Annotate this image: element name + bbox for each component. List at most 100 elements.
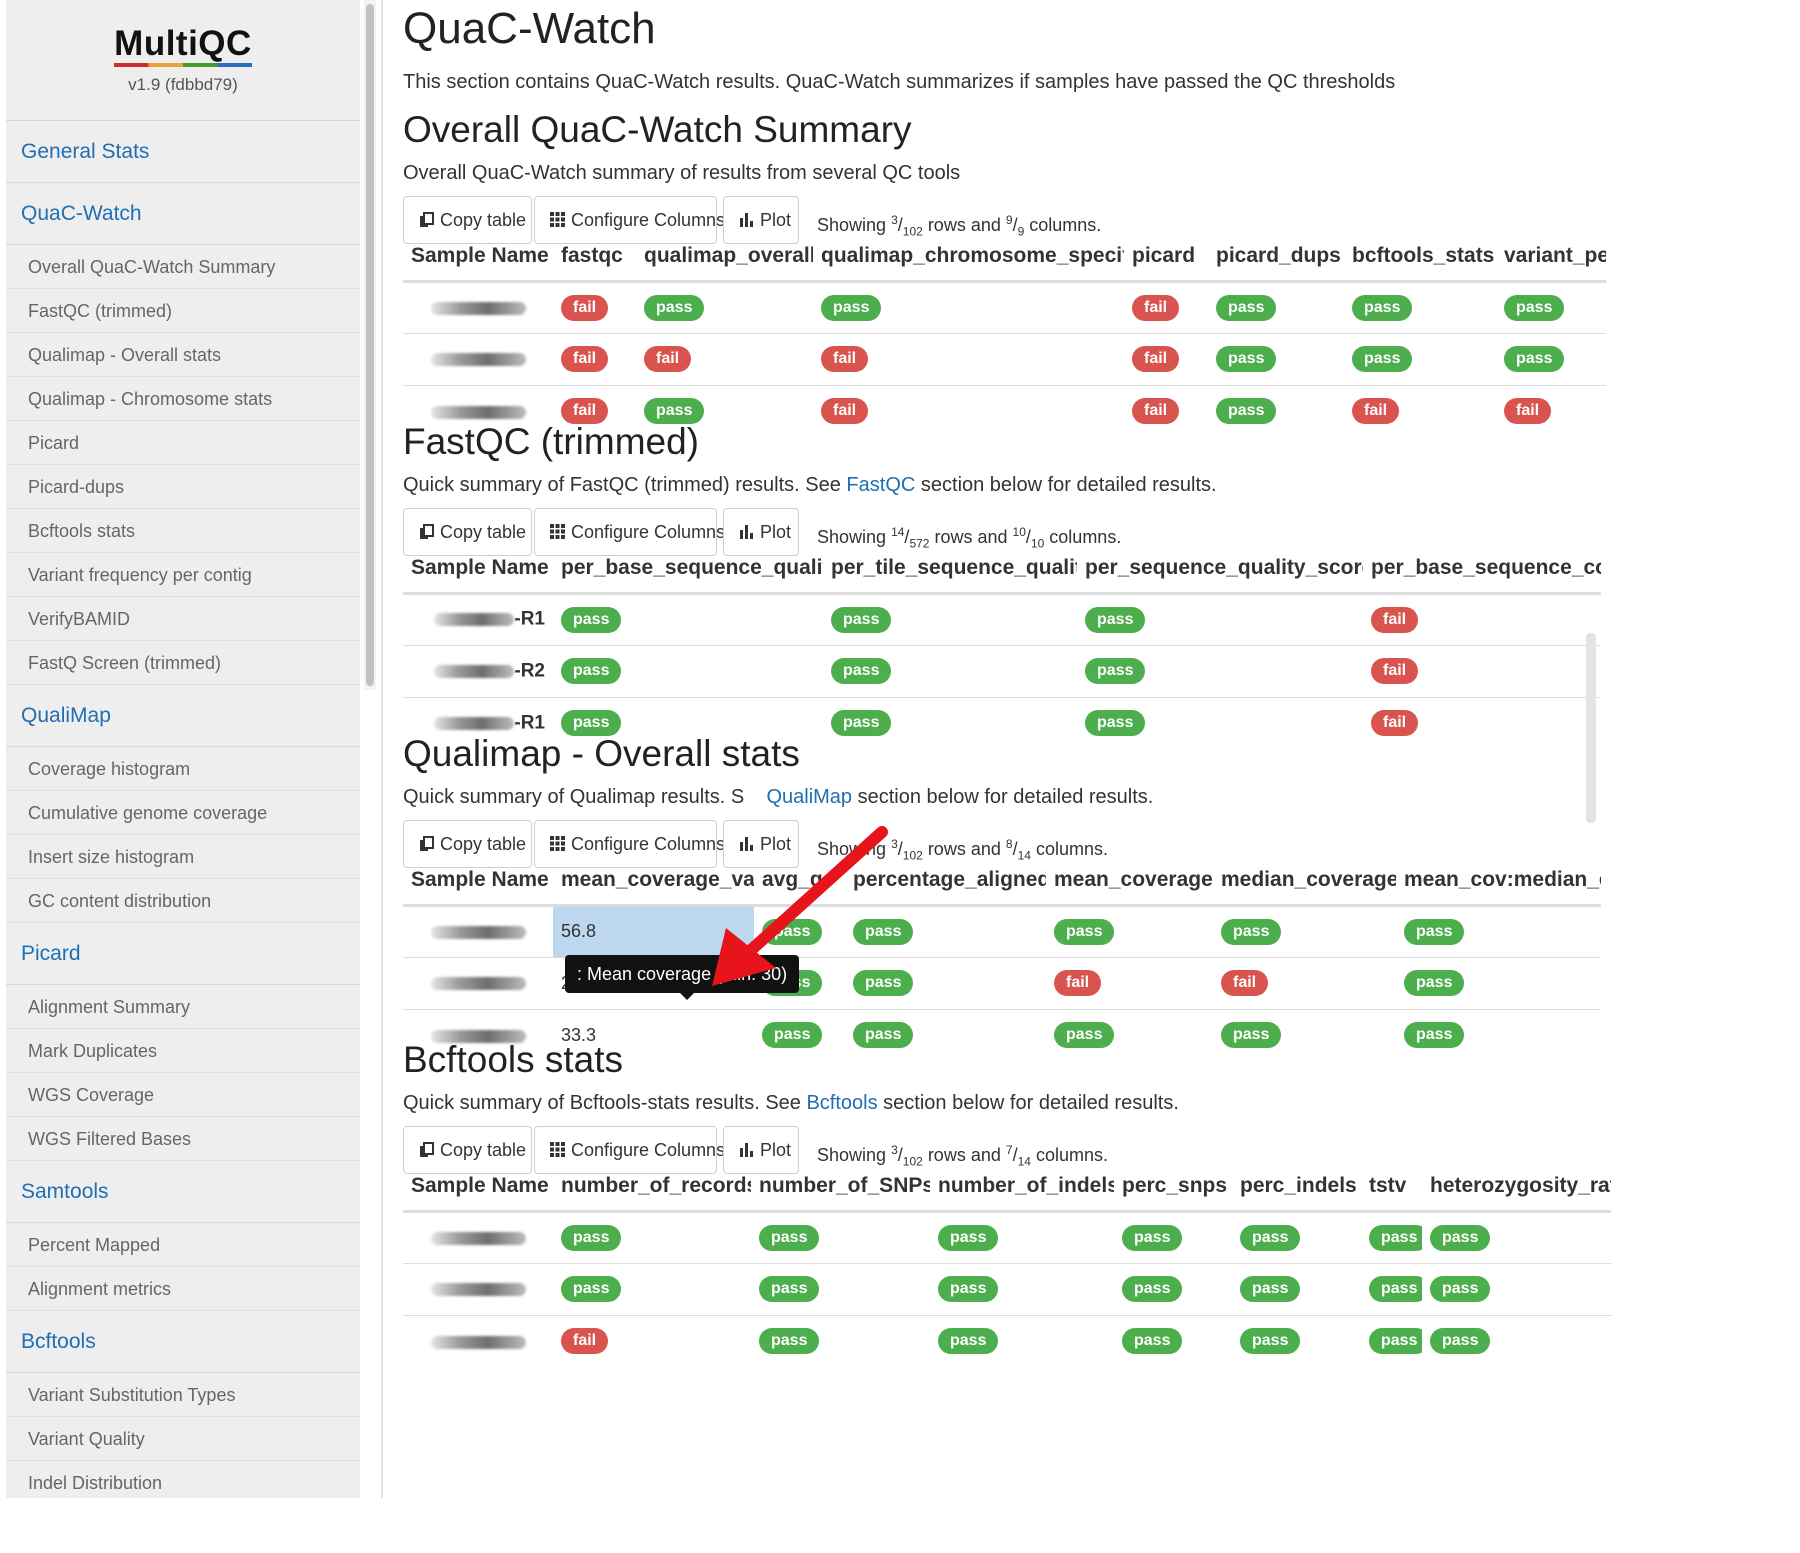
column-header-mean-cov-median-cov[interactable]: mean_cov:median_cov [1396,857,1601,907]
table-row: -R2 pass pass pass fail [403,645,1601,698]
status-badge-pass: pass [762,1022,823,1049]
status-badge-fail: fail [821,346,869,372]
column-header-picard-dups[interactable]: picard_dups [1208,233,1344,283]
sidebar-item-bcftools[interactable]: Bcftools [6,1311,360,1373]
status-cell: pass [1077,645,1363,698]
showing-prefix: Showing [817,1145,887,1165]
sidebar-scrollbar[interactable] [364,0,376,690]
sidebar-item-wgs-filtered-bases[interactable]: WGS Filtered Bases [6,1117,360,1161]
desc-text: section below for detailed results. [877,1092,1179,1114]
status-cell: pass [930,1211,1114,1264]
sidebar-item-qualimap-chromosome-stats[interactable]: Qualimap - Chromosome stats [6,377,360,421]
status-badge-pass: pass [644,294,705,321]
sidebar-item-quac-watch[interactable]: QuaC-Watch [6,183,360,245]
column-header-per-base-sequence-cont[interactable]: per_base_sequence_cont [1363,545,1601,595]
column-header-per-tile-sequence-quality[interactable]: per_tile_sequence_quality [823,545,1077,595]
redacted-sample-name [434,613,515,627]
status-badge-fail: fail [1054,970,1102,996]
sidebar-item-fastqc-trimmed-[interactable]: FastQC (trimmed) [6,289,360,333]
redacted-sample-name [430,925,526,939]
status-badge-pass: pass [1054,1022,1115,1049]
column-header-sample-name[interactable]: Sample Name [403,545,553,595]
table-row: -R1 pass pass pass fail [403,593,1601,646]
status-cell: pass [823,645,1077,698]
column-header-qualimap-chromosome-specific[interactable]: qualimap_chromosome_specific [813,233,1124,283]
sidebar-item-picard-dups[interactable]: Picard-dups [6,465,360,509]
version-label: v1.9 (fdbbd79) [128,75,238,94]
sidebar-item-wgs-coverage[interactable]: WGS Coverage [6,1073,360,1117]
sidebar-item-samtools[interactable]: Samtools [6,1161,360,1223]
column-header-tstv[interactable]: tstv [1361,1163,1422,1213]
sidebar-item-coverage-histogram[interactable]: Coverage histogram [6,747,360,791]
column-header-qualimap-overall[interactable]: qualimap_overall [636,233,813,283]
column-header-per-sequence-quality-scores[interactable]: per_sequence_quality_scores [1077,545,1363,595]
column-header-sample-name[interactable]: Sample Name [403,1163,553,1213]
status-badge-pass: pass [821,294,882,321]
sidebar-item-variant-quality[interactable]: Variant Quality [6,1417,360,1461]
column-header-heterozygosity-ratio[interactable]: heterozygosity_ratio [1422,1163,1611,1213]
column-header-sample-name[interactable]: Sample Name [403,857,553,907]
status-badge-pass: pass [938,1224,999,1251]
sidebar-item-qualimap-overall-stats[interactable]: Qualimap - Overall stats [6,333,360,377]
sidebar-scrollbar-thumb[interactable] [366,4,374,686]
sample-name-cell [403,957,553,1010]
status-badge-fail: fail [1371,606,1419,633]
column-header-mean-coverage[interactable]: mean_coverage [1046,857,1213,907]
status-badge-pass: pass [561,1276,622,1302]
status-cell: pass [1077,697,1363,749]
sidebar-item-variant-substitution-types[interactable]: Variant Substitution Types [6,1373,360,1417]
sidebar-item-percent-mapped[interactable]: Percent Mapped [6,1223,360,1267]
sidebar-item-picard[interactable]: Picard [6,421,360,465]
column-header-per-base-sequence-quality[interactable]: per_base_sequence_quality [553,545,823,595]
fastqc-link[interactable]: FastQC [846,474,915,496]
sidebar-item-mark-duplicates[interactable]: Mark Duplicates [6,1029,360,1073]
column-header-sample-name[interactable]: Sample Name [403,233,553,283]
sidebar-item-general-stats[interactable]: General Stats [6,121,360,183]
column-header-variant-per-c[interactable]: variant_per_c [1496,233,1606,283]
section-desc-qualimap: Quick summary of Qualimap results. S Qua… [403,786,1153,809]
status-cell: pass [1396,1009,1601,1061]
rows-word: rows and [927,1145,1001,1165]
column-header-fastqc[interactable]: fastqc [553,233,636,283]
column-header-median-coverage[interactable]: median_coverage [1213,857,1396,907]
status-cell: pass [823,593,1077,646]
sidebar-item-indel-distribution[interactable]: Indel Distribution [6,1461,360,1498]
sidebar-item-bcftools-stats[interactable]: Bcftools stats [6,509,360,553]
fastqc-table-scrollbar[interactable] [1586,633,1596,823]
sidebar-item-insert-size-histogram[interactable]: Insert size histogram [6,835,360,879]
column-header-perc-snps[interactable]: perc_snps [1114,1163,1232,1213]
status-badge-pass: pass [759,1224,820,1251]
sidebar-item-fastq-screen-trimmed-[interactable]: FastQ Screen (trimmed) [6,641,360,685]
status-cell: fail [1496,385,1606,437]
multiqc-logo[interactable]: MultiQC [114,26,252,67]
column-header-picard[interactable]: picard [1124,233,1208,283]
status-cell: pass [553,1211,751,1264]
status-badge-fail: fail [1371,710,1419,737]
sidebar-item-picard[interactable]: Picard [6,923,360,985]
qualimap-link[interactable]: QualiMap [766,786,852,808]
desc-text: section below for detailed results. [915,474,1217,496]
main-content: QuaC-Watch This section contains QuaC-Wa… [400,0,1800,1553]
sidebar-item-overall-quac-watch-summary[interactable]: Overall QuaC-Watch Summary [6,245,360,289]
column-header-perc-indels[interactable]: perc_indels [1232,1163,1361,1213]
sidebar-item-gc-content-distribution[interactable]: GC content distribution [6,879,360,923]
status-cell: pass [1344,333,1496,386]
sidebar-item-qualimap[interactable]: QualiMap [6,685,360,747]
grid-icon [550,834,571,854]
column-header-bcftools-stats[interactable]: bcftools_stats [1344,233,1496,283]
column-header-number-of-indels[interactable]: number_of_indels [930,1163,1114,1213]
sidebar-item-cumulative-genome-coverage[interactable]: Cumulative genome coverage [6,791,360,835]
column-header-number-of-snps[interactable]: number_of_SNPs [751,1163,930,1213]
status-badge-pass: pass [561,606,622,633]
column-header-number-of-records[interactable]: number_of_records [553,1163,751,1213]
table-bcftools-stats: Sample Name number_of_records number_of_SN… [403,1163,1611,1367]
sidebar-item-verifybamid[interactable]: VerifyBAMID [6,597,360,641]
logo-text: MultiQC [114,24,252,63]
bcftools-link[interactable]: Bcftools [806,1092,877,1114]
desc-text: section below for detailed results. [852,786,1154,808]
status-badge-pass: pass [1216,294,1277,321]
sidebar-item-variant-frequency-per-contig[interactable]: Variant frequency per contig [6,553,360,597]
sidebar-item-alignment-metrics[interactable]: Alignment metrics [6,1267,360,1311]
status-cell: fail [1124,281,1208,334]
sidebar-item-alignment-summary[interactable]: Alignment Summary [6,985,360,1029]
